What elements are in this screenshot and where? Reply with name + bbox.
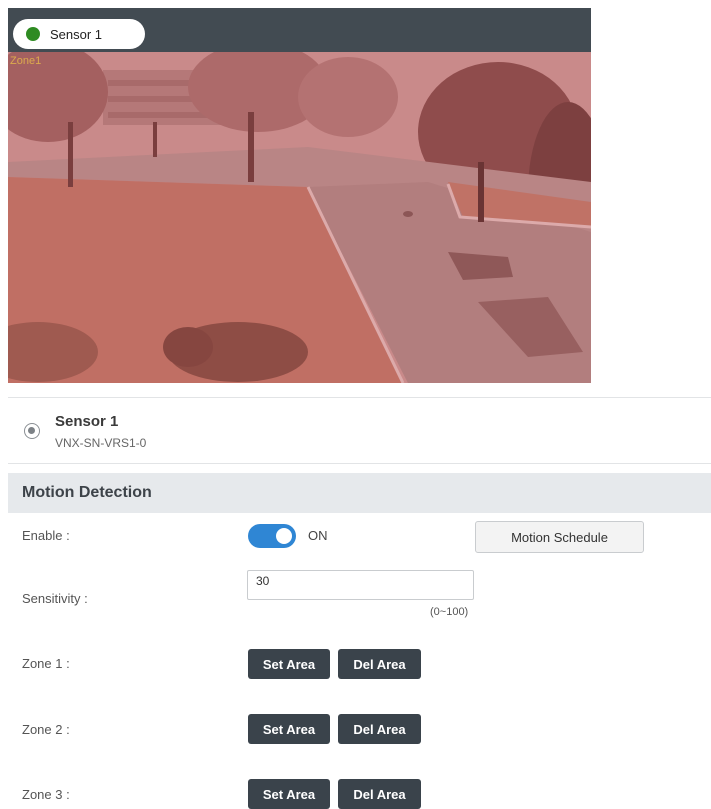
sensor-radio-icon[interactable] [24,423,40,439]
sensor-info-row[interactable]: Sensor 1 VNX-SN-VRS1-0 [8,397,711,464]
zone-overlay-label: Zone1 [10,55,42,67]
enable-toggle[interactable] [248,524,296,548]
zone-3-del-area-button[interactable]: Del Area [338,779,421,809]
camera-scene [8,52,591,383]
sensor-selector-pill[interactable]: Sensor 1 [13,19,145,49]
sensor-pill-label: Sensor 1 [50,26,103,42]
zone-1-set-area-button[interactable]: Set Area [248,649,330,679]
zone-3-set-area-button[interactable]: Set Area [248,779,330,809]
zone-2-del-area-button[interactable]: Del Area [338,714,421,744]
sensitivity-range-hint: (0~100) [430,606,469,618]
motion-schedule-button[interactable]: Motion Schedule [475,521,644,553]
zone-3-label: Zone 3 : [22,787,70,802]
zone-2-set-area-button[interactable]: Set Area [248,714,330,744]
sensor-name: Sensor 1 [55,413,119,430]
sensitivity-input[interactable] [247,570,474,600]
zone-1-label: Zone 1 : [22,656,70,671]
motion-detection-header: Motion Detection [8,473,711,513]
zone-1-del-area-button[interactable]: Del Area [338,649,421,679]
sensor-model: VNX-SN-VRS1-0 [55,436,147,450]
camera-header: Sensor 1 [8,8,591,52]
enable-state-text: ON [308,528,328,543]
enable-label: Enable : [22,528,70,543]
status-online-icon [26,27,40,41]
toggle-knob [276,528,292,544]
camera-live-view[interactable]: Zone1 [8,52,591,383]
sensitivity-label: Sensitivity : [22,591,88,606]
zone-2-label: Zone 2 : [22,722,70,737]
